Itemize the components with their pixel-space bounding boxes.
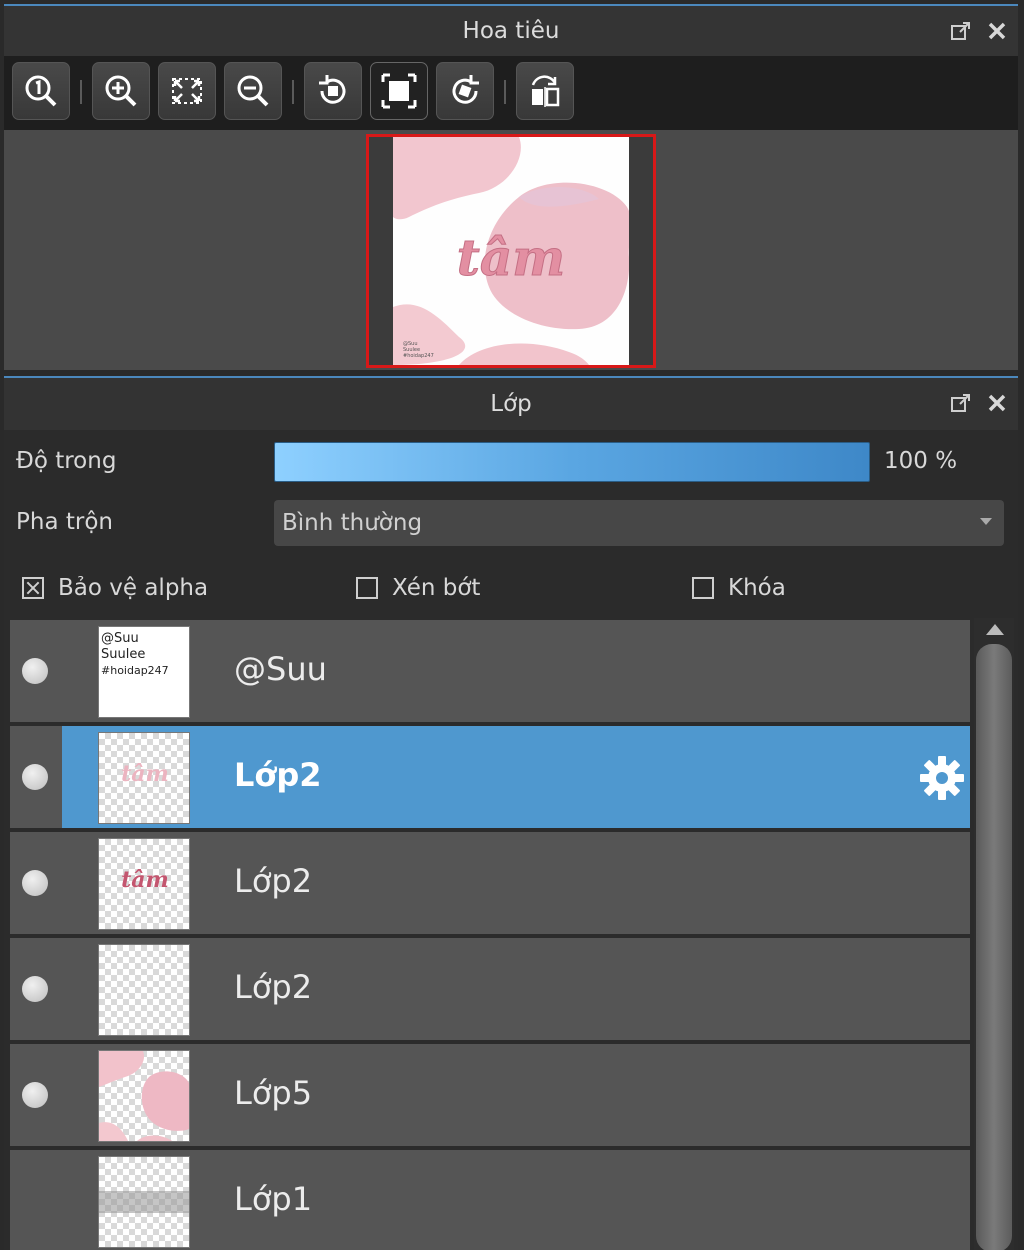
rotate-left-icon[interactable] (304, 62, 362, 120)
navigator-toolbar (4, 56, 1018, 130)
navigator-panel: Hoa tiêu tâm @Suu Suulee #hoidap247 (4, 4, 1018, 370)
layers-title: Lớp (490, 391, 532, 417)
layer-name: Lớp2 (234, 756, 322, 794)
toolbar-separator (504, 80, 506, 104)
zoom-in-icon[interactable] (92, 62, 150, 120)
blend-mode-label: Pha trộn (16, 509, 113, 535)
clipping-checkbox[interactable]: Xén bớt (356, 575, 480, 601)
selection-highlight (62, 726, 970, 828)
dropdown-arrow-icon (980, 518, 992, 525)
visibility-toggle[interactable] (22, 764, 48, 790)
layer-name: Lớp2 (234, 968, 313, 1006)
protect-alpha-label: Bảo vệ alpha (58, 575, 209, 601)
clipping-label: Xén bớt (392, 575, 481, 601)
layer-row[interactable]: Lớp5 (10, 1044, 970, 1146)
artwork-text: tâm (457, 228, 565, 287)
scrollbar-thumb[interactable] (976, 644, 1012, 1250)
layer-name: Lớp2 (234, 862, 313, 900)
layer-thumbnail (98, 944, 190, 1036)
popout-icon[interactable] (948, 18, 974, 44)
fit-canvas-icon[interactable] (370, 62, 428, 120)
blend-mode-value: Bình thường (282, 510, 423, 536)
viewport-frame[interactable]: tâm @Suu Suulee #hoidap247 (366, 134, 656, 368)
layer-row[interactable]: tâm Lớp2 (10, 832, 970, 934)
layer-thumbnail: tâm (98, 838, 190, 930)
protect-alpha-checkbox[interactable]: Bảo vệ alpha (22, 575, 208, 601)
visibility-toggle[interactable] (22, 658, 48, 684)
layer-row[interactable]: @Suu Suulee #hoidap247 @Suu (10, 620, 970, 722)
navigator-preview[interactable]: tâm @Suu Suulee #hoidap247 (4, 130, 1018, 370)
layer-list-scrollbar[interactable] (974, 618, 1014, 1250)
opacity-value: 100 % (884, 448, 958, 474)
layer-list: @Suu Suulee #hoidap247 @Suu tâm Lớp2 tâm… (10, 620, 970, 1250)
navigator-header: Hoa tiêu (4, 6, 1018, 56)
layer-row[interactable]: Lớp2 (10, 938, 970, 1040)
visibility-toggle[interactable] (22, 870, 48, 896)
close-icon[interactable] (984, 18, 1010, 44)
layer-name: @Suu (234, 650, 327, 688)
opacity-slider[interactable] (274, 442, 870, 482)
canvas-thumbnail: tâm @Suu Suulee #hoidap247 (369, 137, 653, 365)
checkbox-unchecked-icon[interactable] (692, 577, 714, 599)
layer-name: Lớp5 (234, 1074, 313, 1112)
visibility-toggle[interactable] (22, 976, 48, 1002)
opacity-label: Độ trong (16, 448, 117, 474)
flip-horizontal-icon[interactable] (516, 62, 574, 120)
checkbox-unchecked-icon[interactable] (356, 577, 378, 599)
blend-mode-dropdown[interactable]: Bình thường (274, 500, 1004, 546)
checkbox-checked-icon[interactable] (22, 577, 44, 599)
popout-icon[interactable] (948, 390, 974, 416)
rotate-right-icon[interactable] (436, 62, 494, 120)
layers-header: Lớp (4, 378, 1018, 430)
toolbar-separator (292, 80, 294, 104)
layer-thumbnail (98, 1050, 190, 1142)
zoom-actual-size-icon[interactable] (12, 62, 70, 120)
zoom-out-icon[interactable] (224, 62, 282, 120)
close-icon[interactable] (984, 390, 1010, 416)
layer-name: Lớp1 (234, 1180, 313, 1218)
layer-thumbnail: @Suu Suulee #hoidap247 (98, 626, 190, 718)
svg-text:#hoidap247: #hoidap247 (403, 353, 434, 359)
lock-checkbox[interactable]: Khóa (692, 575, 786, 601)
lock-label: Khóa (728, 575, 786, 601)
fit-screen-icon[interactable] (158, 62, 216, 120)
layers-panel: Lớp Độ trong 100 % Pha trộn Bình thường … (4, 376, 1018, 1250)
gear-icon[interactable] (918, 754, 966, 802)
layer-row-selected[interactable]: tâm Lớp2 (10, 726, 970, 828)
scroll-up-arrow-icon[interactable] (986, 624, 1004, 635)
navigator-title: Hoa tiêu (462, 18, 560, 44)
layer-row[interactable]: Lớp1 (10, 1150, 970, 1250)
layer-thumbnail: tâm (98, 732, 190, 824)
toolbar-separator (80, 80, 82, 104)
layer-thumbnail (98, 1156, 190, 1248)
visibility-toggle[interactable] (22, 1082, 48, 1108)
